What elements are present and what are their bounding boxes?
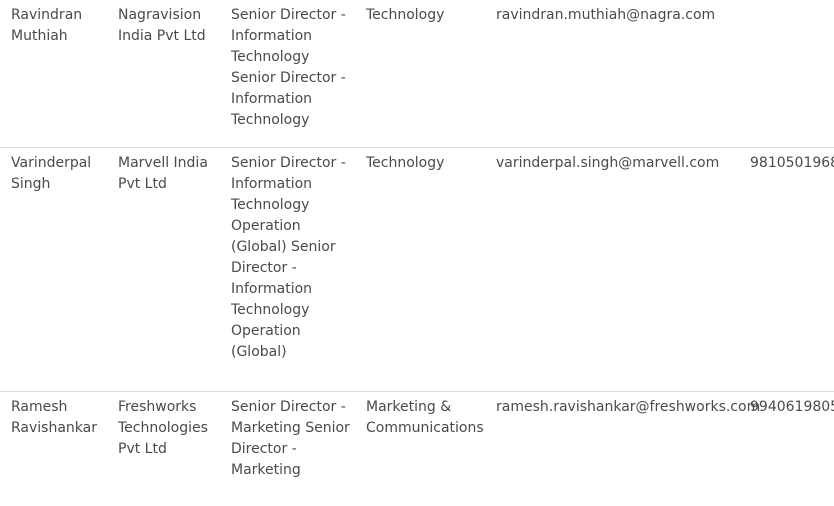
phone-cell: 9940619805 [750,399,834,415]
table-row: Ramesh Ravishankar Freshworks Technologi… [0,392,834,506]
table-row: Ravindran Muthiah Nagravision India Pvt … [0,0,834,148]
phone-cell: 9810501968 [750,155,834,171]
department-cell: Marketing & Communications [366,399,484,436]
title-cell: Senior Director - Marketing Senior Direc… [231,399,350,478]
contacts-table: Ravindran Muthiah Nagravision India Pvt … [0,0,834,506]
email-cell: ramesh.ravishankar@freshworks.com [496,399,761,415]
title-cell: Senior Director - Information Technology… [231,7,346,128]
company-cell: Nagravision India Pvt Ltd [118,7,206,44]
email-cell: ravindran.muthiah@nagra.com [496,7,716,23]
email-cell: varinderpal.singh@marvell.com [496,155,720,171]
company-cell: Freshworks Technologies Pvt Ltd [118,399,208,457]
title-cell: Senior Director - Information Technology… [231,155,346,360]
department-cell: Technology [366,155,445,171]
table-row: Varinderpal Singh Marvell India Pvt Ltd … [0,148,834,392]
name-cell: Ravindran Muthiah [11,7,83,44]
department-cell: Technology [366,7,445,23]
name-cell: Ramesh Ravishankar [11,399,97,436]
name-cell: Varinderpal Singh [11,155,92,192]
company-cell: Marvell India Pvt Ltd [118,155,208,192]
